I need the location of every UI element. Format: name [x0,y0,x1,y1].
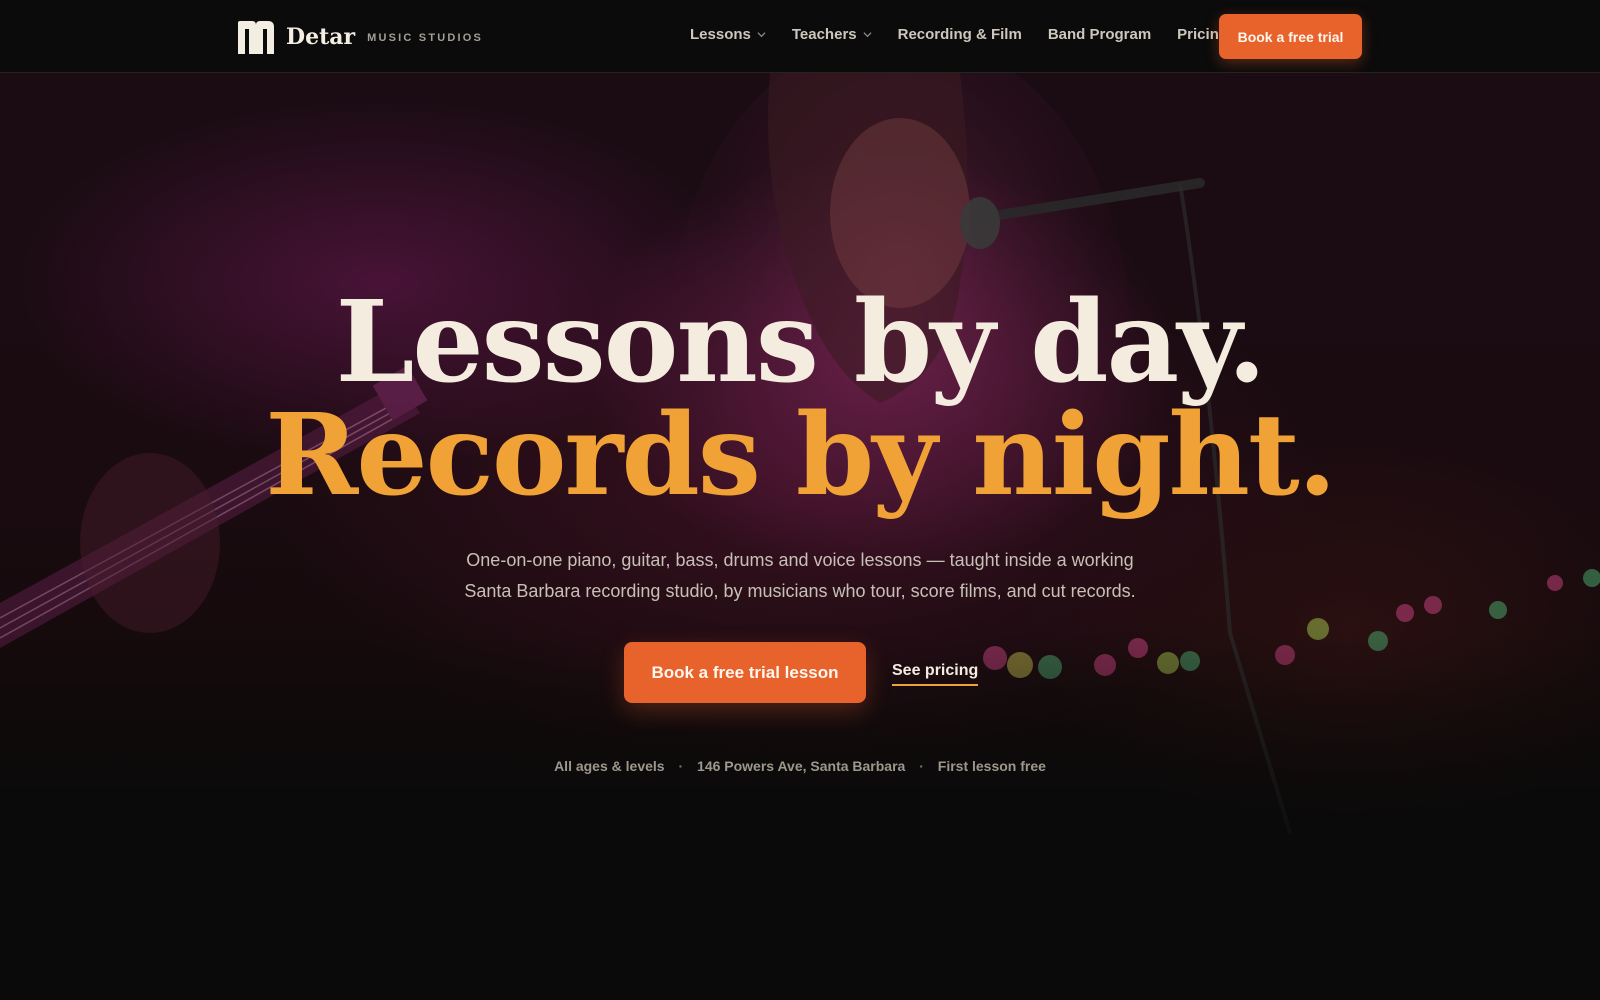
hero-subtext-line2: Santa Barbara recording studio, by music… [464,581,1136,601]
brand-name: Detar [286,24,356,50]
chevron-down-icon [863,32,872,38]
nav-item-lessons[interactable]: Lessons [690,26,766,43]
m-monogram-icon [238,20,274,54]
nav-item-label: Lessons [690,26,751,43]
book-free-trial-button[interactable]: Book a free trial [1219,14,1362,59]
fact-first-lesson: First lesson free [937,758,1046,774]
fact-separator: · [919,758,924,774]
hero-facts: All ages & levels · 146 Powers Ave, Sant… [0,758,1600,774]
nav-item-label: Band Program [1047,26,1152,43]
book-free-trial-lesson-button[interactable]: Book a free trial lesson [624,642,866,703]
see-pricing-link[interactable]: See pricing [892,662,979,686]
nav-item-recording-film[interactable]: Recording & Film [898,26,1022,43]
nav-item-label: Recording & Film [897,26,1022,43]
nav-item-label: Teachers [791,26,857,43]
site-header: Detar MUSIC STUDIOS Lessons Teachers Rec… [0,0,1600,73]
nav-item-band-program[interactable]: Band Program [1048,26,1151,43]
fact-ages: All ages & levels [554,758,665,774]
main-nav: Lessons Teachers Recording & Film Band P… [690,26,1254,43]
hero-headline-line1: Lessons by day. [335,277,1267,408]
brand-logo-link[interactable]: Detar MUSIC STUDIOS [238,20,483,54]
stage-scene-illustration [0,73,1600,1000]
hero-subtext-line1: One-on-one piano, guitar, bass, drums an… [466,550,1134,570]
chevron-down-icon [757,32,766,38]
hero-headline-line2: Records by night. [265,390,1336,521]
hero-subtext: One-on-one piano, guitar, bass, drums an… [400,545,1200,607]
hero-background-image [0,73,1600,1000]
nav-item-teachers[interactable]: Teachers [792,26,872,43]
page: Detar MUSIC STUDIOS Lessons Teachers Rec… [0,0,1600,1000]
brand-subtitle: MUSIC STUDIOS [367,32,484,44]
fact-separator: · [678,758,684,774]
fact-address: 146 Powers Ave, Santa Barbara [697,758,906,774]
